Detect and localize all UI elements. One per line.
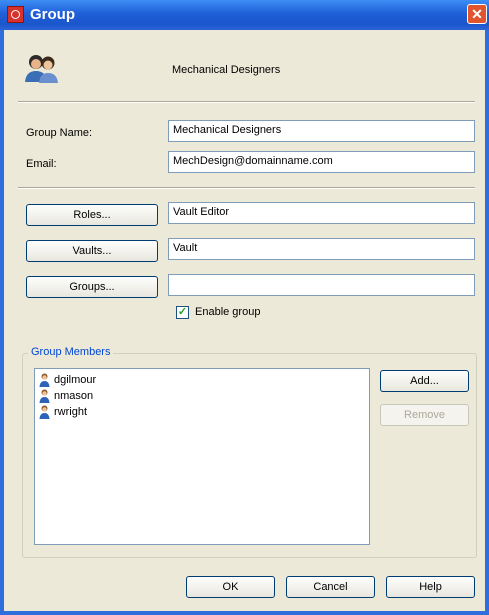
- title-bar[interactable]: Group ✕: [0, 0, 489, 30]
- roles-button[interactable]: Roles...: [26, 204, 158, 226]
- member-name: dgilmour: [54, 374, 97, 386]
- member-row[interactable]: nmason: [35, 388, 369, 404]
- groups-button[interactable]: Groups...: [26, 276, 158, 298]
- help-button[interactable]: Help: [386, 576, 475, 598]
- groups-field[interactable]: [168, 274, 475, 296]
- user-icon: [39, 405, 50, 420]
- form-separator: [18, 187, 475, 189]
- group-icon: [22, 52, 62, 84]
- group-name-label: Group Name:: [26, 127, 93, 139]
- group-dialog: Group ✕ Mechanical Designers Group Name:…: [0, 0, 489, 615]
- member-row[interactable]: dgilmour: [35, 372, 369, 388]
- add-member-button[interactable]: Add...: [380, 370, 469, 392]
- cancel-button[interactable]: Cancel: [286, 576, 375, 598]
- remove-member-button[interactable]: Remove: [380, 404, 469, 426]
- user-icon: [39, 373, 50, 388]
- header-separator: [18, 101, 475, 103]
- user-icon: [39, 389, 50, 404]
- group-members-legend: Group Members: [28, 346, 114, 358]
- enable-group-checkbox[interactable]: ✓: [176, 306, 189, 319]
- members-list[interactable]: dgilmour nmason rwright: [34, 368, 370, 545]
- member-row[interactable]: rwright: [35, 404, 369, 420]
- member-name: rwright: [54, 406, 88, 418]
- ok-button[interactable]: OK: [186, 576, 275, 598]
- enable-group-label: Enable group: [195, 306, 261, 318]
- app-icon: [7, 6, 24, 23]
- member-name: nmason: [54, 390, 94, 402]
- email-field[interactable]: MechDesign@domainname.com: [168, 151, 475, 173]
- header-group-name: Mechanical Designers: [172, 64, 281, 76]
- roles-field[interactable]: Vault Editor: [168, 202, 475, 224]
- window-title: Group: [30, 6, 75, 23]
- vaults-field[interactable]: Vault: [168, 238, 475, 260]
- vaults-button[interactable]: Vaults...: [26, 240, 158, 262]
- email-label: Email:: [26, 158, 57, 170]
- group-name-field[interactable]: Mechanical Designers: [168, 120, 475, 142]
- close-icon[interactable]: ✕: [467, 4, 487, 24]
